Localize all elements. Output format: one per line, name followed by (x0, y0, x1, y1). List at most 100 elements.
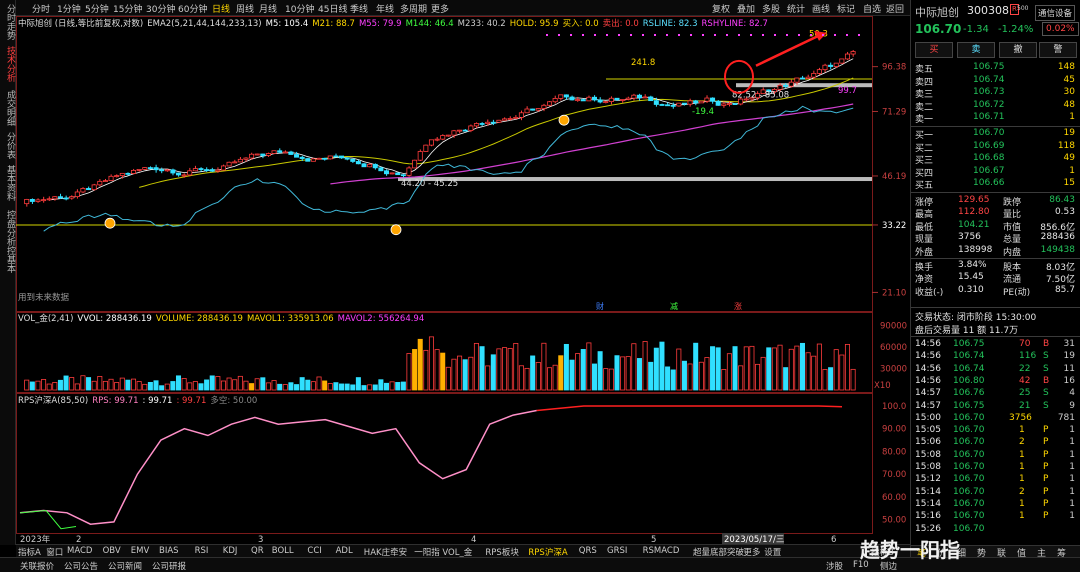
bid-price: 106.67 (973, 165, 1005, 176)
period-tab-9[interactable]: 10分钟 (285, 2, 314, 15)
after-hours-volume: 盘后交易量 11 额 11.7万 (915, 326, 1019, 336)
indicator-tab-17[interactable]: QRS (579, 546, 597, 556)
left-tab-1[interactable]: 技术分析 (1, 46, 15, 82)
candle-body (260, 153, 266, 156)
volume-bar (294, 384, 300, 391)
candle-body (833, 62, 839, 67)
toolbar-button-7[interactable]: 返回 (886, 2, 904, 15)
indicator-tab-18[interactable]: GRSI (607, 546, 627, 556)
candle-body (91, 184, 97, 191)
indicator-tab-9[interactable]: BOLL (272, 546, 294, 556)
volume-bar (378, 379, 384, 391)
candle-body (389, 172, 395, 175)
period-tab-1[interactable]: 1分钟 (57, 2, 81, 15)
candle-body (698, 100, 704, 104)
candle-body (288, 151, 294, 155)
candle-body (653, 100, 659, 105)
chart-area[interactable]: 96.3871.2946.1933.2221.10241.850.382.52 … (16, 16, 910, 545)
left-tab-4[interactable]: 基本资料 (1, 165, 15, 201)
tick-side: B (1043, 375, 1050, 386)
period-tab-6[interactable]: 日线 (212, 2, 230, 15)
toolbar-button-6[interactable]: 自选 (863, 2, 881, 15)
period-tab-11[interactable]: 季线 (350, 2, 368, 15)
period-tab-2[interactable]: 5分钟 (85, 2, 109, 15)
left-tab-2[interactable]: 成交明细 (1, 90, 15, 126)
toolbar-button-5[interactable]: 标记 (837, 2, 855, 15)
dotted-marker (786, 34, 788, 36)
industry-button[interactable]: 通信设备 (1035, 5, 1076, 21)
top-toolbar: 分时 1分钟 5分钟 15分钟 30分钟 60分钟 日线 周线 月线 10分钟 45日线 季线 年线 多周… (0, 0, 910, 16)
left-tab-0[interactable]: 分时走势 (1, 4, 15, 40)
status-tab-1[interactable]: 公司公告 (64, 560, 98, 572)
volume-bar (625, 356, 631, 391)
stat-row: 最高 112.80 量比 0.53 (915, 207, 1077, 220)
toolbar-button-3[interactable]: 统计 (787, 2, 805, 15)
candle-body (237, 158, 243, 163)
left-tab-3[interactable]: 分价表 (1, 132, 15, 159)
candle-body (175, 172, 182, 176)
candle-body (687, 100, 693, 105)
candle-body (367, 163, 373, 168)
indicator-tab-4[interactable]: EMV (131, 546, 150, 556)
trade-button-2[interactable]: 撤 (999, 42, 1037, 58)
buy-signal-icon (104, 217, 116, 229)
toolbar-button-4[interactable]: 画线 (812, 2, 830, 15)
toolbar-button-2[interactable]: 多股 (762, 2, 780, 15)
volume-bar (681, 360, 687, 391)
indicator-tab-6[interactable]: RSI (195, 546, 209, 556)
dotted-marker (738, 34, 740, 36)
period-tab-3[interactable]: 15分钟 (113, 2, 142, 15)
candle-body (625, 97, 631, 100)
trade-button-3[interactable]: 警 (1039, 42, 1077, 58)
left-tab-6[interactable]: 控基本 (1, 246, 15, 273)
volume-bar (400, 381, 406, 391)
fin-marker-2: 减 (670, 301, 678, 311)
legend-item-1: M21: 88.7 (312, 19, 355, 29)
candle-body (620, 99, 626, 101)
rps-legend-item-1: : 99.71 (142, 396, 173, 406)
trade-button-1[interactable]: 卖 (957, 42, 995, 58)
period-tab-5[interactable]: 60分钟 (178, 2, 207, 15)
volume-bar (726, 353, 732, 391)
indicator-tab-11[interactable]: ADL (336, 546, 353, 556)
volume-bar (552, 364, 558, 391)
volume-bar (119, 377, 125, 391)
volume-bar (271, 380, 277, 391)
rps-axis-label: 80.00 (882, 447, 906, 457)
period-tab-0[interactable]: 分时 (32, 2, 50, 15)
toolbar-button-1[interactable]: 叠加 (737, 2, 755, 15)
status-tab-2[interactable]: 公司新闻 (108, 560, 142, 572)
period-tab-14[interactable]: 更多 (431, 2, 449, 15)
status-tab-3[interactable]: 公司研报 (152, 560, 186, 572)
indicator-tab-8[interactable]: QR (251, 546, 264, 556)
candle-body (131, 170, 137, 174)
tick-side: P (1043, 449, 1049, 460)
period-tab-10[interactable]: 45日线 (318, 2, 347, 15)
status-right-0[interactable]: 涉股 (826, 560, 843, 572)
kline-chart-svg[interactable]: 96.3871.2946.1933.2221.10241.850.382.52 … (16, 16, 910, 545)
indicator-tab-2[interactable]: MACD (67, 546, 92, 556)
period-tab-13[interactable]: 多周期 (400, 2, 427, 15)
left-tab-5[interactable]: 控盘分析 (1, 210, 15, 246)
indicator-tab-7[interactable]: KDJ (223, 546, 238, 556)
tick-side: S (1043, 388, 1049, 399)
period-tab-7[interactable]: 周线 (236, 2, 254, 15)
volume-bar (648, 361, 654, 391)
candle-body (799, 77, 806, 80)
stat-row: 收益(-) 0.310 PE(动) 85.7 (915, 285, 1077, 298)
period-tab-4[interactable]: 30分钟 (146, 2, 175, 15)
indicator-tab-19[interactable]: RSMACD (643, 546, 680, 556)
toolbar-button-0[interactable]: 复权 (712, 2, 730, 15)
period-tab-8[interactable]: 月线 (259, 2, 277, 15)
volume-bar (575, 353, 581, 391)
candle-body (406, 167, 412, 176)
indicator-tab-5[interactable]: BIAS (159, 546, 179, 556)
candle-body (372, 163, 378, 169)
status-tab-0[interactable]: 关联报价 (20, 560, 54, 572)
indicator-tab-3[interactable]: OBV (103, 546, 121, 556)
candle-body (102, 180, 108, 183)
indicator-tab-10[interactable]: CCI (307, 546, 321, 556)
tick-price: 106.75 (953, 339, 985, 349)
period-tab-12[interactable]: 年线 (376, 2, 394, 15)
trade-button-0[interactable]: 买 (915, 42, 953, 58)
